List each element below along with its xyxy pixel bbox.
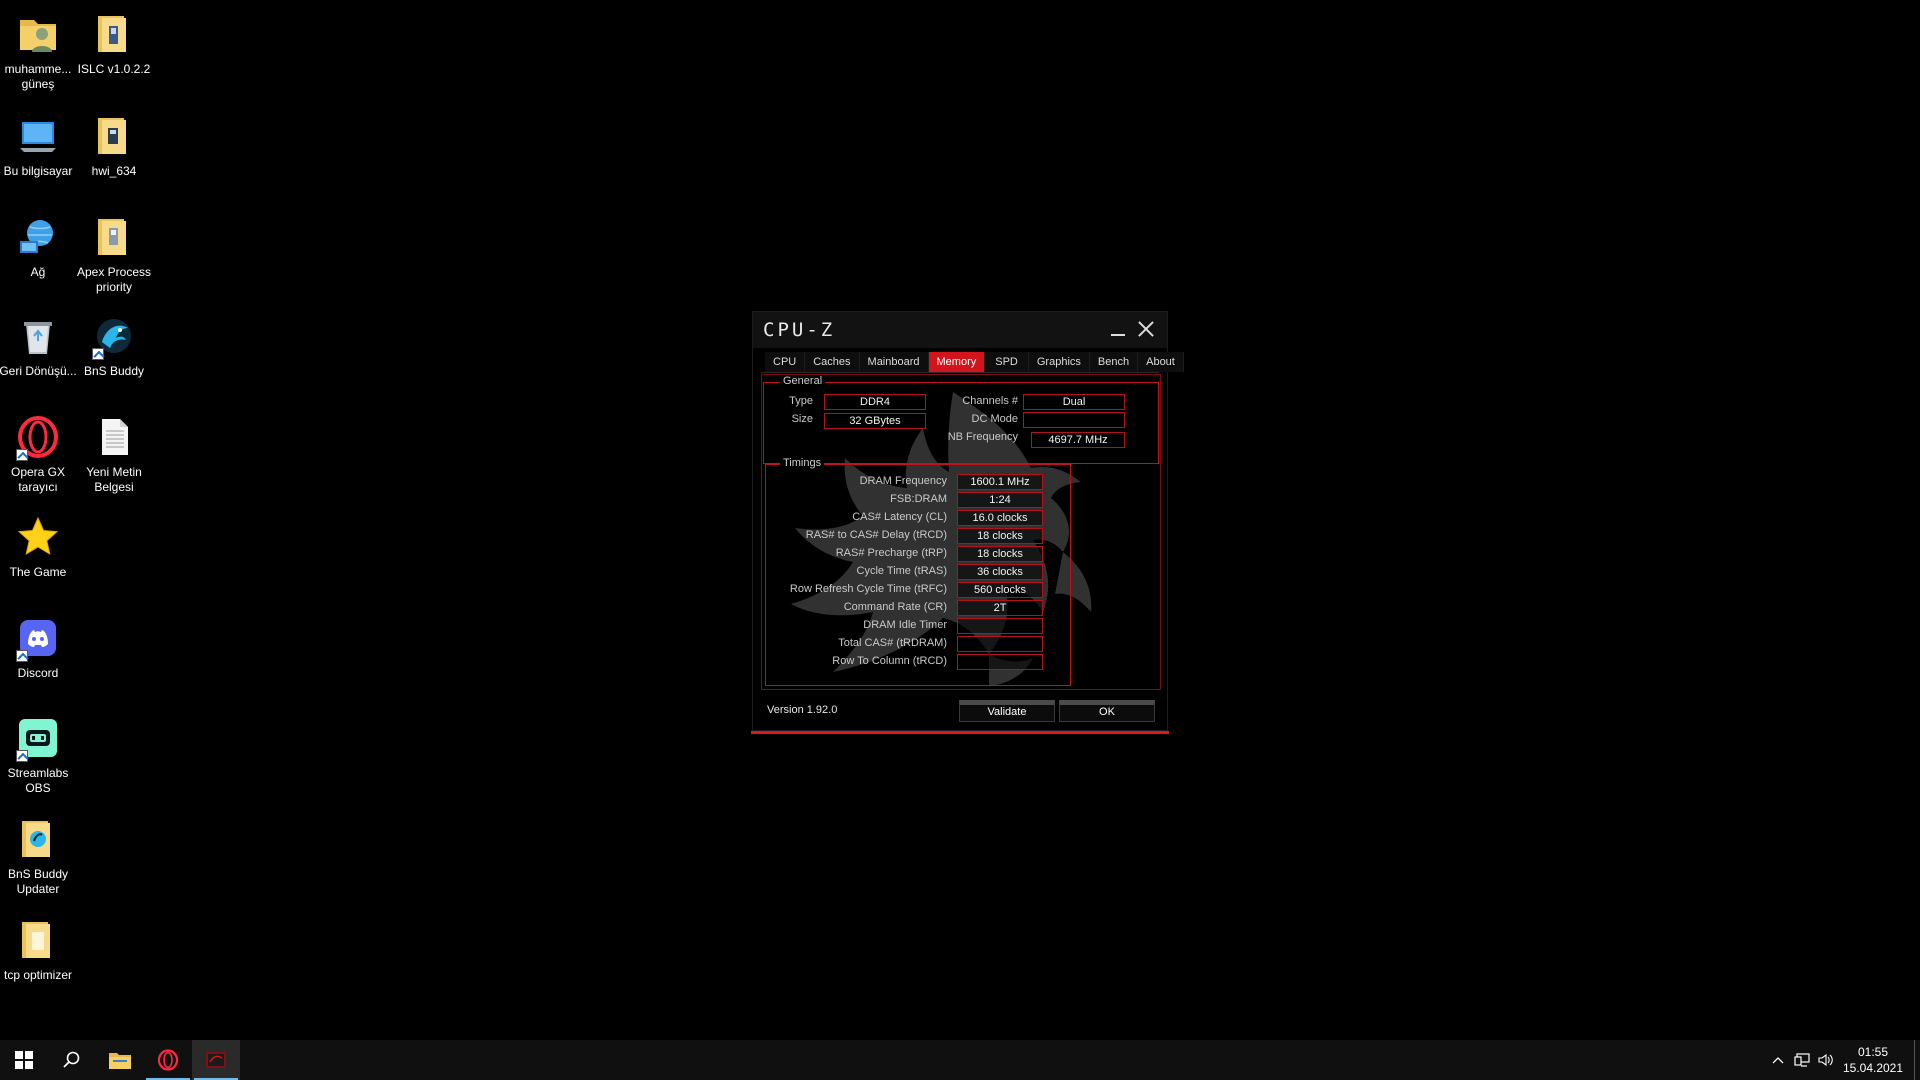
start-icon <box>15 1051 33 1069</box>
taskbar: 01:55 15.04.2021 <box>0 1040 1920 1080</box>
desktop-icon-bns-buddy[interactable]: BnS Buddy <box>74 312 154 379</box>
title-bar[interactable]: CPU-Z <box>753 312 1167 348</box>
cpuz-window: CPU-Z CPU Caches Mainboard Memory SPD Gr… <box>751 311 1184 734</box>
desktop-icon-label: muhamme... güneş <box>4 62 72 91</box>
volume-tray-button[interactable] <box>1814 1040 1838 1080</box>
chevron-up-icon <box>1772 1057 1784 1064</box>
desktop-icon-recycle-bin[interactable]: Geri Dönüşü... <box>0 312 78 379</box>
desktop-icon-label: BnS Buddy Updater <box>7 867 69 896</box>
validate-button[interactable]: Validate <box>959 700 1055 722</box>
window-title: CPU-Z <box>763 319 836 341</box>
folder-icon <box>14 815 62 863</box>
desktop-icon-apex-process[interactable]: Apex Process priority <box>74 213 154 295</box>
desktop-icon-label: BnS Buddy <box>83 364 145 378</box>
clock-time: 01:55 <box>1857 1045 1889 1059</box>
shortcut-arrow-icon <box>16 750 28 762</box>
shortcut-arrow-icon <box>16 650 28 662</box>
tab-graphics[interactable]: Graphics <box>1028 352 1090 372</box>
cpuz-taskbar-button[interactable] <box>192 1040 240 1080</box>
desktop-icon-label: Yeni Metin Belgesi <box>86 465 142 494</box>
desktop-icon-label: The Game <box>9 565 67 579</box>
search-icon <box>63 1051 80 1068</box>
user-folder-icon <box>14 10 62 58</box>
ok-button[interactable]: OK <box>1059 700 1155 722</box>
desktop-icon-bns-buddy-updater[interactable]: BnS Buddy Updater <box>0 815 78 897</box>
shortcut-arrow-icon <box>16 449 28 461</box>
network-icon <box>1794 1053 1810 1067</box>
desktop-icon-hwi[interactable]: hwi_634 <box>74 112 154 179</box>
desktop-icon-tcp-optimizer[interactable]: tcp optimizer <box>0 916 78 983</box>
speaker-icon <box>1818 1053 1833 1067</box>
star-icon <box>14 513 62 561</box>
opera-gx-icon <box>14 413 62 461</box>
tab-spd[interactable]: SPD <box>985 352 1029 372</box>
desktop-icon-streamlabs-obs[interactable]: Streamlabs OBS <box>0 714 78 796</box>
folder-icon <box>14 916 62 964</box>
desktop-icon-label: Apex Process priority <box>76 265 152 294</box>
tab-cpu[interactable]: CPU <box>765 352 806 372</box>
tab-memory[interactable]: Memory <box>928 352 986 372</box>
desktop-icon-discord[interactable]: Discord <box>0 614 78 681</box>
tab-mainboard[interactable]: Mainboard <box>859 352 929 372</box>
desktop-icon-label: Geri Dönüşü... <box>0 364 77 378</box>
desktop-icon-label: hwi_634 <box>91 164 137 178</box>
search-button[interactable] <box>48 1040 96 1080</box>
desktop-icon-this-pc[interactable]: Bu bilgisayar <box>0 112 78 179</box>
network-tray-button[interactable] <box>1790 1040 1814 1080</box>
desktop-icon-label: Streamlabs OBS <box>7 766 69 795</box>
desktop-icon-network[interactable]: Ağ <box>0 213 78 280</box>
folder-icon <box>90 213 138 261</box>
tab-bench[interactable]: Bench <box>1089 352 1139 372</box>
version-text: Version 1.92.0 <box>767 704 838 716</box>
desktop-icon-user-folder[interactable]: muhamme... güneş <box>0 10 78 92</box>
opera-gx-taskbar-button[interactable] <box>144 1040 192 1080</box>
computer-icon <box>14 112 62 160</box>
show-desktop-button[interactable] <box>1914 1040 1920 1080</box>
minimize-button[interactable] <box>1109 320 1127 340</box>
discord-icon <box>14 614 62 662</box>
accent-bar <box>751 731 1169 734</box>
desktop-icon-label: Opera GX tarayıcı <box>10 465 66 494</box>
desktop-icon-label: Discord <box>17 666 59 680</box>
desktop-icon-label: ISLC v1.0.2.2 <box>77 62 151 76</box>
bns-buddy-icon <box>90 312 138 360</box>
desktop-icon-the-game[interactable]: The Game <box>0 513 78 580</box>
start-button[interactable] <box>0 1040 48 1080</box>
clock[interactable]: 01:55 15.04.2021 <box>1838 1044 1908 1076</box>
network-icon <box>14 213 62 261</box>
desktop-icon-label: Ağ <box>30 265 46 279</box>
desktop-icon-islc[interactable]: ISLC v1.0.2.2 <box>74 10 154 77</box>
show-hidden-icons-button[interactable] <box>1766 1040 1790 1080</box>
desktop-icon-label: Bu bilgisayar <box>3 164 73 178</box>
tab-bar: CPU Caches Mainboard Memory SPD Graphics… <box>765 352 1184 374</box>
file-explorer-button[interactable] <box>96 1040 144 1080</box>
system-tray: 01:55 15.04.2021 <box>1766 1040 1920 1080</box>
recycle-bin-icon <box>14 312 62 360</box>
content-frame <box>761 374 1161 690</box>
folder-icon <box>90 10 138 58</box>
desktop-icon-new-text-document[interactable]: Yeni Metin Belgesi <box>74 413 154 495</box>
close-button[interactable] <box>1135 318 1157 340</box>
file-explorer-icon <box>109 1053 131 1069</box>
tab-caches[interactable]: Caches <box>805 352 860 372</box>
shortcut-arrow-icon <box>92 348 104 360</box>
clock-date: 15.04.2021 <box>1842 1061 1904 1075</box>
desktop-icon-label: tcp optimizer <box>3 968 73 982</box>
opera-gx-icon <box>157 1049 179 1071</box>
text-document-icon <box>90 413 138 461</box>
tab-about[interactable]: About <box>1138 352 1184 372</box>
folder-icon <box>90 112 138 160</box>
desktop-icon-opera-gx[interactable]: Opera GX tarayıcı <box>0 413 78 495</box>
cpuz-app-icon <box>206 1052 226 1068</box>
streamlabs-obs-icon <box>14 714 62 762</box>
